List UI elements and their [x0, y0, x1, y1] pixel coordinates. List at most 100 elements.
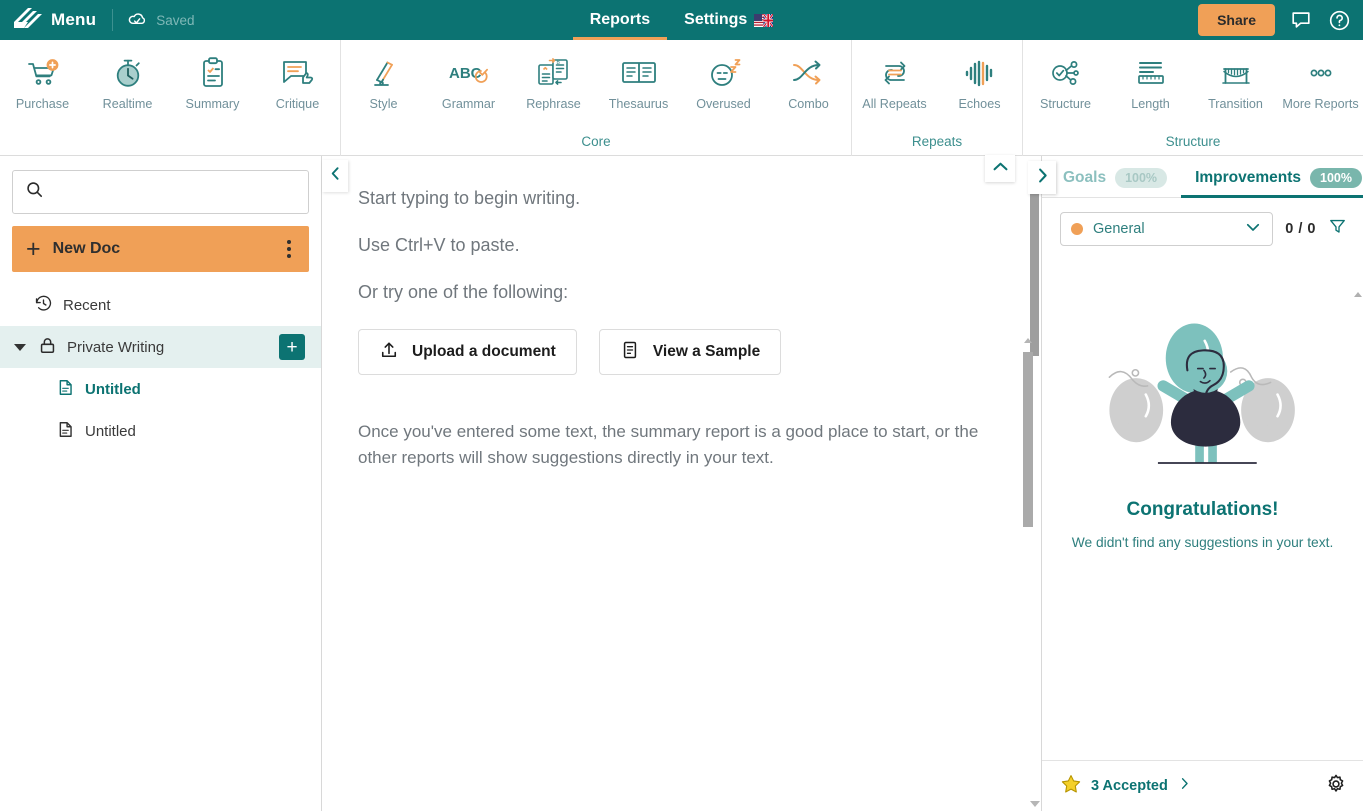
tab-improvements[interactable]: Improvements 100%: [1181, 168, 1363, 197]
node-graph-check-icon: [1049, 54, 1083, 92]
ribbon-button-echoes[interactable]: Echoes: [937, 48, 1022, 111]
plus-icon: +: [26, 237, 41, 262]
stopwatch-icon: [111, 54, 145, 92]
shopping-cart-plus-icon: [25, 54, 61, 92]
panel-scroll-up-arrow-icon[interactable]: [1354, 292, 1362, 297]
panel-gutter-scrollbar-thumb[interactable]: [1023, 352, 1033, 527]
ruler-lines-icon: [1134, 54, 1168, 92]
brand-menu-button[interactable]: Menu: [0, 8, 96, 32]
gear-icon[interactable]: [1325, 773, 1347, 800]
panel-gutter-scrollbar[interactable]: [1021, 334, 1034, 811]
ribbon-button-overused-label: Overused: [696, 97, 751, 111]
ribbon-group-repeats: All Repeats Echoes Repeats: [851, 40, 1022, 156]
ribbon-group-core: Style ABC Grammar: [340, 40, 851, 156]
tab-reports-label: Reports: [590, 11, 650, 29]
tab-settings-label: Settings: [684, 11, 747, 29]
scroll-up-arrow-icon[interactable]: [1024, 338, 1032, 343]
sidebar-doc-untitled-1[interactable]: Untitled: [0, 368, 321, 410]
ribbon-button-rephrase[interactable]: B Rephrase: [511, 48, 596, 111]
suggestions-panel: Goals 100% Improvements 100% General: [1041, 156, 1363, 811]
new-doc-button[interactable]: + New Doc: [12, 226, 309, 272]
ribbon-button-thesaurus[interactable]: Thesaurus: [596, 48, 681, 111]
comment-icon[interactable]: [1289, 8, 1313, 32]
help-circle-icon[interactable]: [1327, 8, 1351, 32]
ribbon-button-purchase[interactable]: Purchase: [0, 48, 85, 111]
empty-state-title: Congratulations!: [1127, 499, 1279, 521]
repeat-loop-icon: [878, 54, 912, 92]
ribbon-button-echoes-label: Echoes: [958, 97, 1000, 111]
chevron-right-icon: [1033, 166, 1052, 190]
new-doc-label: New Doc: [53, 240, 121, 258]
prowritingaid-logo-icon: [12, 8, 42, 32]
ribbon-group-structure: Structure Length: [1022, 40, 1363, 156]
sidebar-doc-untitled-2-label: Untitled: [85, 423, 136, 440]
abc-check-icon: ABC: [447, 54, 491, 92]
ribbon-button-thesaurus-label: Thesaurus: [609, 97, 669, 111]
sidebar-doc-untitled-2[interactable]: Untitled: [0, 410, 321, 452]
share-button[interactable]: Share: [1198, 4, 1275, 36]
kebab-menu-icon[interactable]: [283, 236, 295, 262]
plus-square-icon[interactable]: +: [279, 334, 305, 360]
editor-placeholder-line-1: Start typing to begin writing.: [358, 188, 987, 209]
main-body: + New Doc Recent: [0, 156, 1363, 811]
tab-improvements-label: Improvements: [1195, 169, 1301, 187]
accepted-suggestions-link[interactable]: 3 Accepted: [1060, 773, 1192, 800]
sidebar-item-private-writing[interactable]: Private Writing +: [0, 326, 321, 368]
ribbon-button-summary-label: Summary: [186, 97, 240, 111]
ribbon-button-transition[interactable]: Transition: [1193, 48, 1278, 111]
sidebar-item-recent-label: Recent: [63, 297, 111, 314]
ribbon-button-more-reports[interactable]: More Reports: [1278, 48, 1363, 111]
lock-icon: [38, 336, 57, 359]
search-box[interactable]: [12, 170, 309, 214]
upload-icon: [379, 340, 399, 365]
ribbon-button-style[interactable]: Style: [341, 48, 426, 111]
panel-filter-row: General 0 / 0: [1042, 198, 1363, 246]
empty-state-subtitle: We didn't find any suggestions in your t…: [1072, 535, 1334, 550]
ribbon-button-realtime[interactable]: Realtime: [85, 48, 170, 111]
app-root: Menu Saved Reports Settings: [0, 0, 1363, 811]
funnel-icon[interactable]: [1328, 217, 1347, 241]
crossing-arrows-icon: [791, 54, 827, 92]
ribbon-button-overused[interactable]: Overused: [681, 48, 766, 111]
chevron-down-icon[interactable]: [14, 344, 26, 351]
document-editor[interactable]: Start typing to begin writing. Use Ctrl+…: [322, 156, 1027, 811]
ribbon-button-all-repeats[interactable]: All Repeats: [852, 48, 937, 111]
ribbon-button-combo[interactable]: Combo: [766, 48, 851, 111]
search-input[interactable]: [52, 184, 296, 200]
top-nav: Reports Settings: [0, 0, 1363, 40]
ribbon-button-structure-label: Structure: [1040, 97, 1091, 111]
category-select[interactable]: General: [1060, 212, 1273, 246]
upload-document-button[interactable]: Upload a document: [358, 329, 577, 375]
editor-scrollbar-thumb[interactable]: [1030, 184, 1039, 356]
saved-label: Saved: [156, 13, 194, 28]
panel-empty-state: Congratulations! We didn't find any sugg…: [1042, 246, 1363, 760]
editor-area: Start typing to begin writing. Use Ctrl+…: [322, 156, 1041, 811]
collapse-ribbon-button[interactable]: [985, 155, 1015, 182]
editor-placeholder-line-2: Use Ctrl+V to paste.: [358, 235, 987, 256]
report-ribbon: Purchase Realtime: [0, 40, 1363, 156]
panel-scrollbar[interactable]: [1353, 292, 1362, 297]
sidebar-doc-untitled-1-label: Untitled: [85, 381, 141, 398]
editor-help-text: Once you've entered some text, the summa…: [358, 419, 987, 470]
tab-goals[interactable]: Goals 100%: [1049, 168, 1181, 197]
collapse-sidebar-button[interactable]: [322, 160, 348, 192]
tab-settings[interactable]: Settings: [667, 0, 790, 40]
star-icon: [1060, 773, 1082, 800]
ribbon-button-length[interactable]: Length: [1108, 48, 1193, 111]
save-status: Saved: [127, 10, 194, 30]
bridge-icon: [1219, 54, 1253, 92]
ribbon-button-critique[interactable]: Critique: [255, 48, 340, 111]
tab-reports[interactable]: Reports: [573, 0, 667, 40]
top-bar-actions: Share: [1198, 4, 1363, 36]
document-icon: [56, 420, 75, 443]
editor-placeholder-line-3: Or try one of the following:: [358, 282, 987, 303]
ribbon-button-structure[interactable]: Structure: [1023, 48, 1108, 111]
ribbon-button-grammar[interactable]: ABC Grammar: [426, 48, 511, 111]
sidebar-item-recent[interactable]: Recent: [0, 284, 321, 326]
view-sample-button[interactable]: View a Sample: [599, 329, 781, 375]
ribbon-button-realtime-label: Realtime: [103, 97, 153, 111]
ribbon-button-style-label: Style: [370, 97, 398, 111]
us-uk-flag-icon: [754, 14, 773, 27]
ribbon-button-summary[interactable]: Summary: [170, 48, 255, 111]
collapse-panel-button[interactable]: [1028, 161, 1056, 194]
